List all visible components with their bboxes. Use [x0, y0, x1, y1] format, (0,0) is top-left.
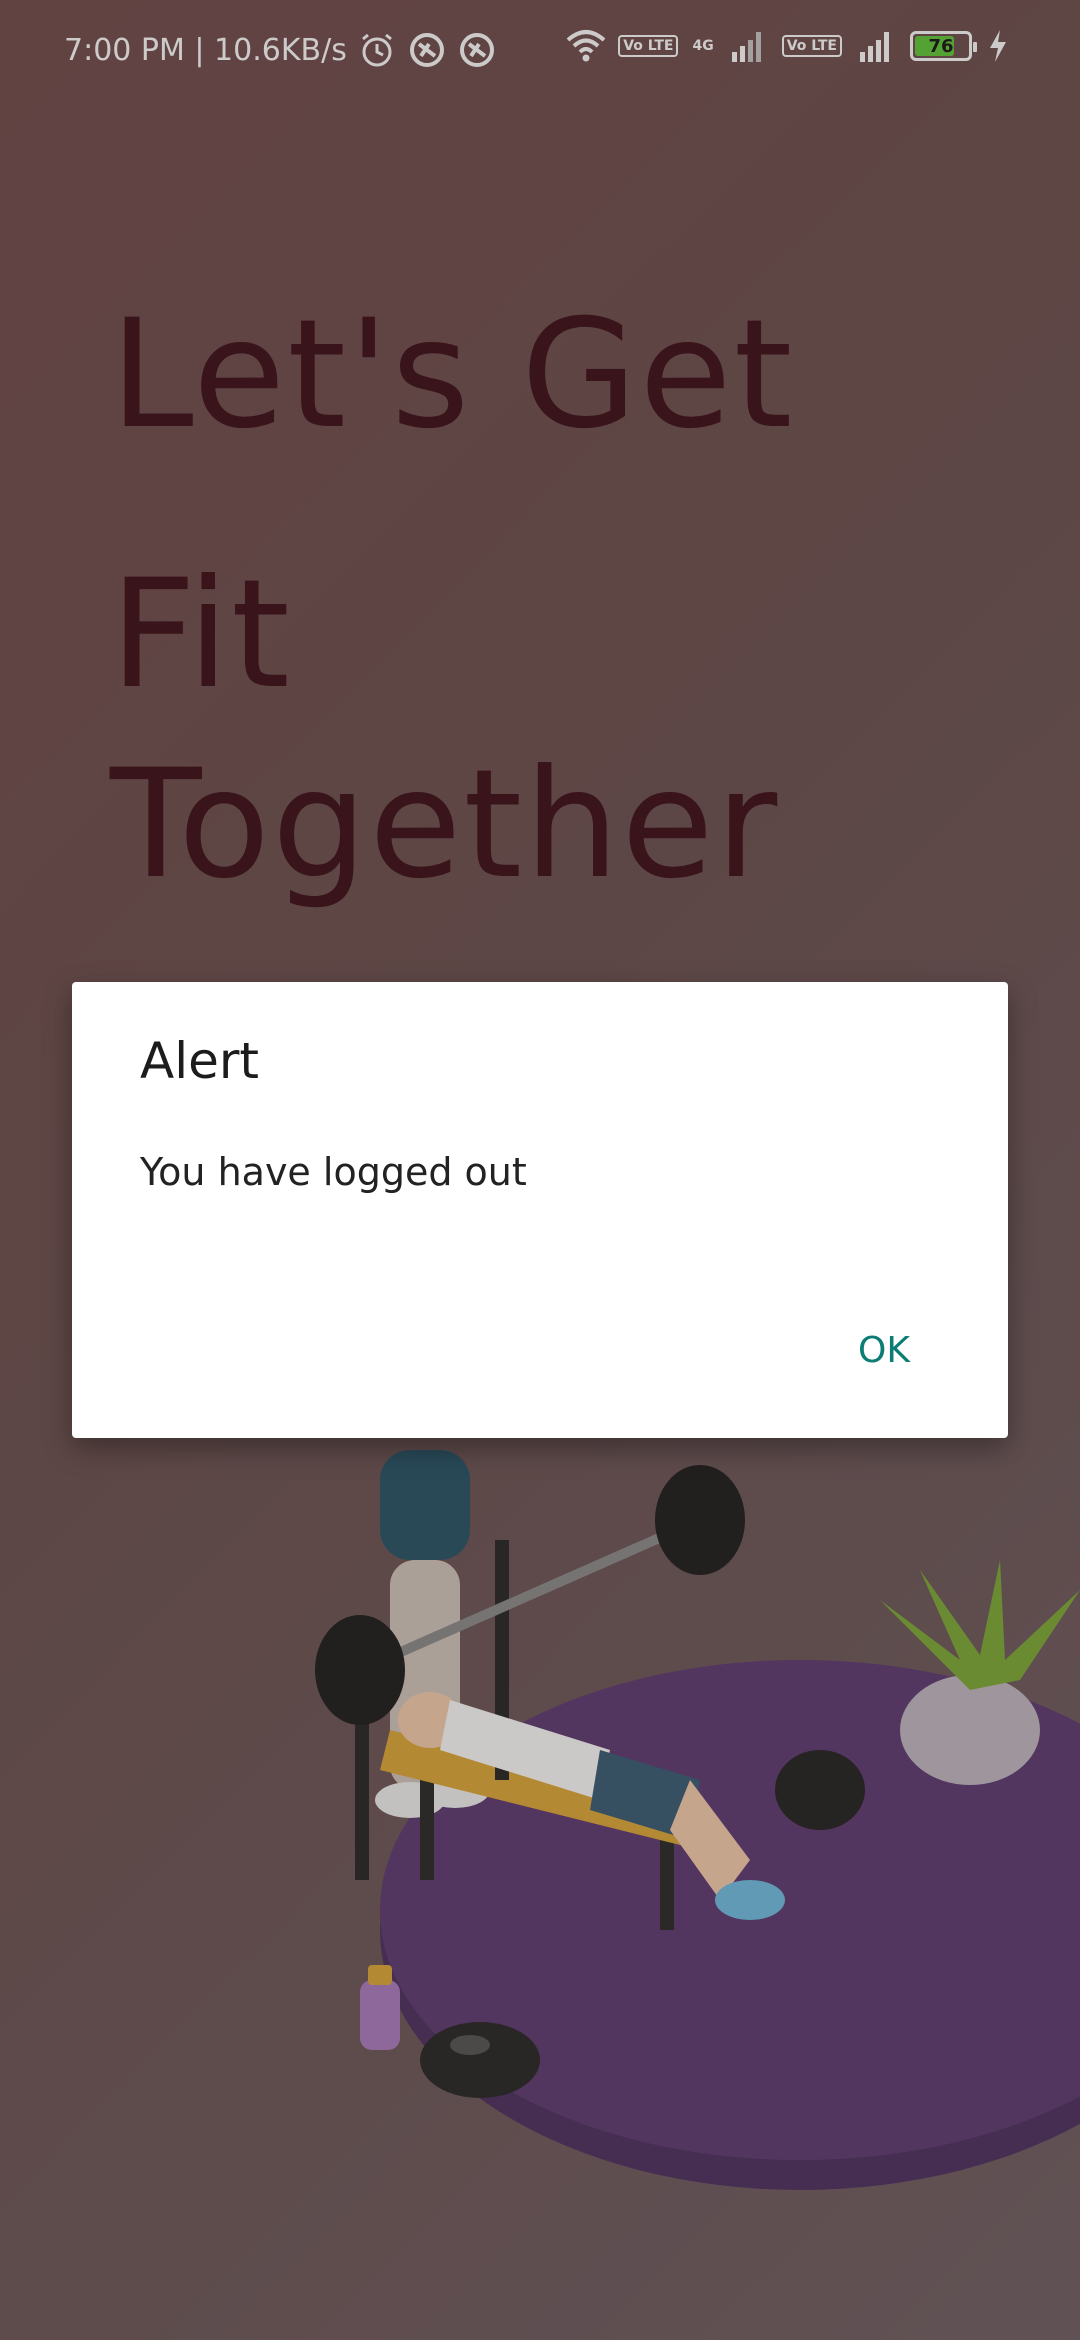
dialog-message: You have logged out — [140, 1150, 527, 1194]
ok-button[interactable]: OK — [858, 1330, 910, 1371]
dialog-title: Alert — [140, 1032, 260, 1090]
alert-dialog: Alert You have logged out OK — [72, 982, 1008, 1438]
